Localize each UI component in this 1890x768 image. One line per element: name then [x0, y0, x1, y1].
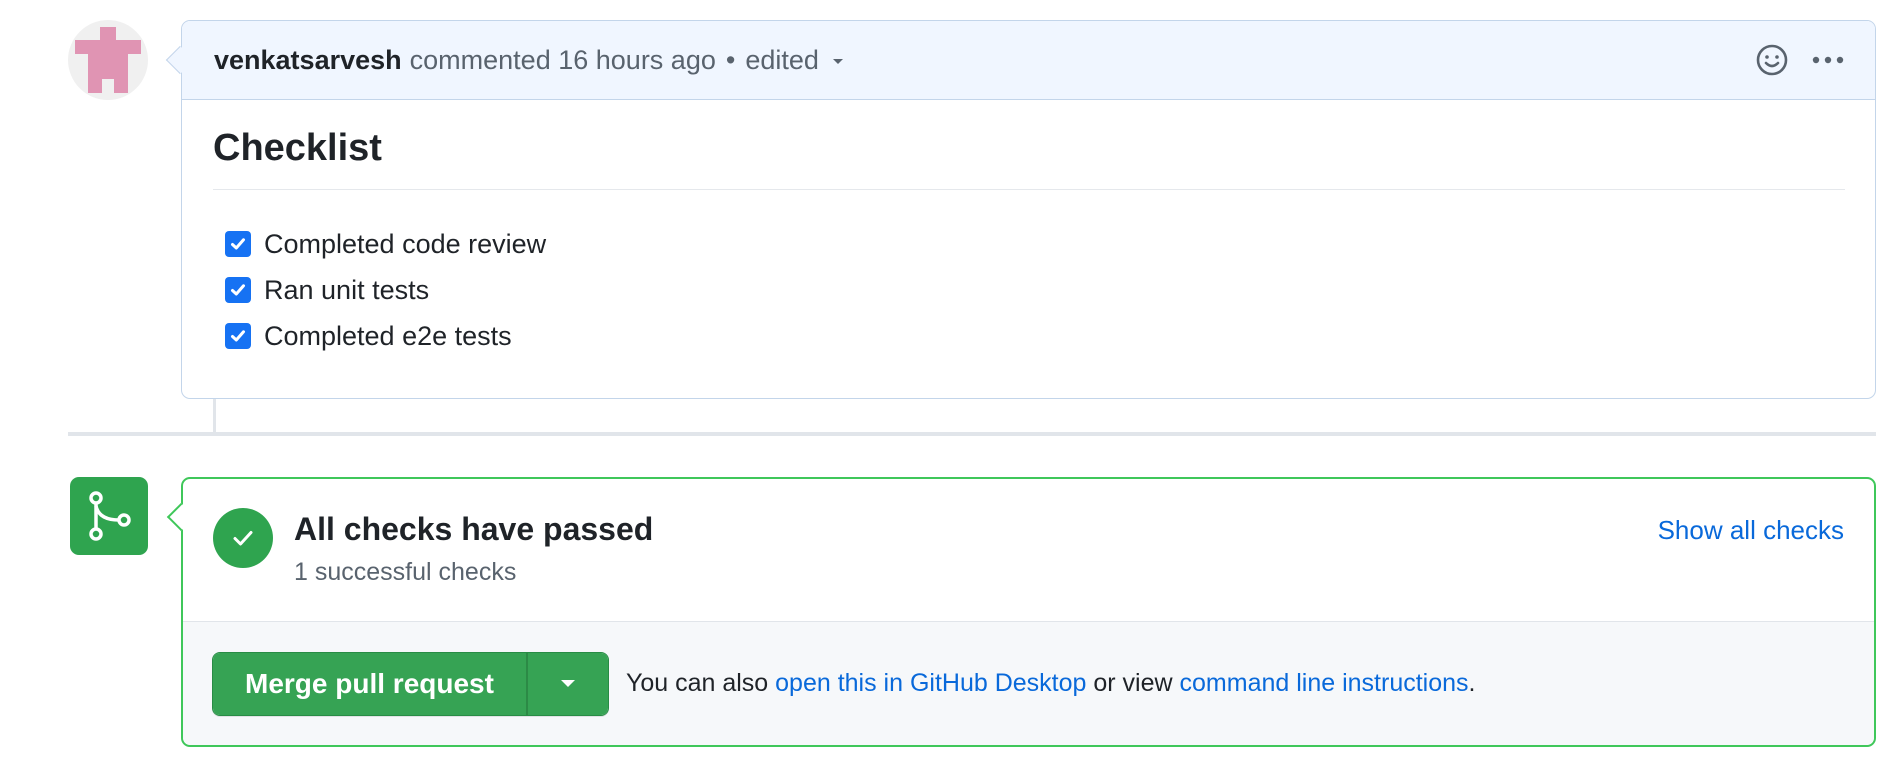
comment-timestamp[interactable]: 16 hours ago — [558, 45, 716, 76]
edited-label: edited — [745, 44, 819, 75]
status-title: All checks have passed — [294, 511, 654, 547]
alt-middle: or view — [1086, 669, 1180, 697]
chevron-down-icon — [832, 59, 843, 64]
add-reaction-button[interactable] — [1755, 43, 1789, 77]
task-label: Completed code review — [264, 228, 547, 259]
merge-actions: Merge pull request You can also open thi… — [183, 622, 1874, 745]
task-list: Completed code review Ran unit tests Com… — [213, 221, 1845, 359]
edited-dropdown[interactable]: edited — [745, 45, 843, 76]
status-circle — [213, 508, 273, 568]
timeline-connector — [213, 399, 216, 433]
merge-box: All checks have passed 1 successful chec… — [166, 477, 1876, 747]
separator-dot: • — [725, 44, 736, 75]
task-item: Completed e2e tests — [225, 313, 1845, 359]
checkmark-icon — [231, 284, 245, 296]
merge-options-dropdown[interactable] — [525, 652, 608, 715]
task-label: Completed e2e tests — [264, 320, 512, 351]
checklist-heading: Checklist — [213, 124, 1845, 190]
comment-action: commented — [409, 44, 551, 75]
comment-box: venkatsarvesh commented 16 hours ago • e… — [165, 20, 1876, 399]
task-label: Ran unit tests — [264, 274, 430, 305]
comment-header: venkatsarvesh commented 16 hours ago • e… — [182, 21, 1875, 100]
alt-prefix: You can also — [625, 669, 776, 697]
github-desktop-link[interactable]: open this in GitHub Desktop — [775, 669, 1086, 697]
more-options-button[interactable] — [1811, 55, 1845, 65]
smiley-icon — [1756, 44, 1788, 76]
alt-suffix: . — [1468, 669, 1476, 697]
task-checkbox[interactable] — [225, 323, 251, 349]
git-merge-icon — [89, 491, 131, 541]
task-checkbox[interactable] — [225, 277, 251, 303]
merge-pull-request-button[interactable]: Merge pull request — [213, 652, 526, 715]
comment-actions — [1755, 43, 1845, 77]
command-line-link[interactable]: command line instructions — [1180, 669, 1469, 697]
task-item: Ran unit tests — [225, 267, 1845, 313]
comment-body: Checklist Completed code review Ran unit… — [182, 100, 1875, 359]
task-item: Completed code review — [225, 221, 1845, 267]
checks-status: All checks have passed 1 successful chec… — [183, 479, 1874, 622]
alt-instructions: You can also open this in GitHub Desktop… — [626, 669, 1476, 698]
show-all-checks-link[interactable]: Show all checks — [1658, 515, 1844, 546]
triangle-down-icon — [560, 680, 575, 687]
merge-status-badge — [70, 477, 148, 555]
task-checkbox[interactable] — [225, 231, 251, 257]
comment-author[interactable]: venkatsarvesh — [214, 45, 402, 76]
identicon-avatar-icon — [75, 27, 141, 93]
timeline-divider — [68, 432, 1876, 436]
status-subtitle: 1 successful checks — [294, 558, 517, 586]
merge-button-group: Merge pull request — [212, 651, 609, 716]
avatar[interactable] — [68, 20, 148, 100]
check-circle-icon — [233, 531, 253, 546]
kebab-horizontal-icon — [1812, 56, 1844, 64]
checkmark-icon — [231, 238, 245, 250]
checkmark-icon — [231, 330, 245, 342]
